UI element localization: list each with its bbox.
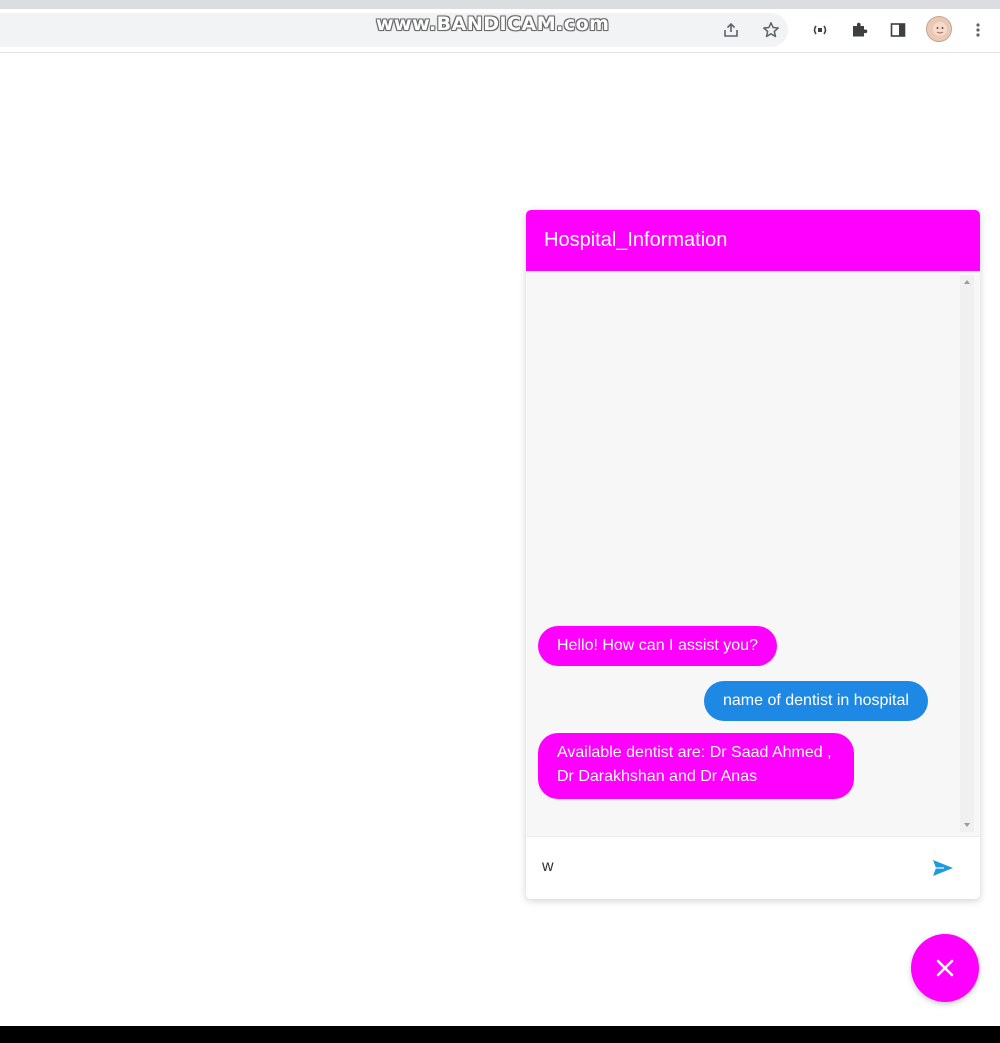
chat-title: Hospital_Information (544, 229, 728, 251)
close-icon (936, 959, 954, 977)
bot-message: Available dentist are: Dr Saad Ahmed , D… (538, 733, 854, 799)
bandicam-watermark: www.BANDICAM.com (376, 13, 610, 35)
more-vert-icon[interactable] (967, 19, 989, 41)
chat-scrollbar[interactable] (960, 275, 974, 832)
scroll-up-icon[interactable] (964, 280, 970, 284)
share-icon[interactable] (720, 19, 742, 41)
browser-toolbar: www.BANDICAM.com (0, 9, 1000, 53)
puzzle-icon[interactable] (848, 19, 870, 41)
star-icon[interactable] (760, 19, 782, 41)
chat-messages: Hello! How can I assist you? name of den… (526, 271, 980, 836)
extension-cast-icon[interactable] (809, 19, 831, 41)
close-chat-button[interactable] (911, 934, 979, 1002)
send-icon (933, 860, 953, 876)
page: www.BANDICAM.com Hospital_Information He… (0, 0, 1000, 1043)
message-input[interactable] (542, 853, 912, 881)
chat-input-area (526, 836, 980, 899)
side-panel-icon[interactable] (887, 19, 909, 41)
browser-tab-strip (0, 0, 1000, 9)
scroll-down-icon[interactable] (964, 823, 970, 827)
chat-header: Hospital_Information (526, 210, 980, 271)
avatar[interactable] (926, 16, 952, 42)
user-message: name of dentist in hospital (704, 681, 928, 721)
chat-window: Hospital_Information Hello! How can I as… (526, 210, 980, 899)
send-button[interactable] (930, 855, 956, 881)
bot-message: Hello! How can I assist you? (538, 626, 777, 666)
taskbar-strip (0, 1026, 1000, 1043)
